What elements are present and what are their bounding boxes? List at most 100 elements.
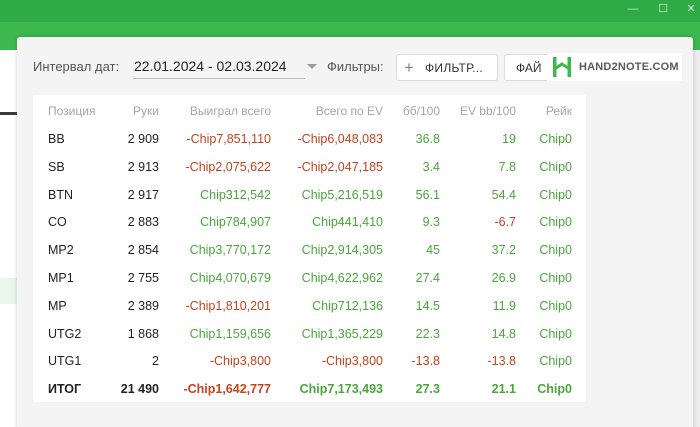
table-row[interactable]: UTG1 2 -Chip3,800 -Chip3,800 -13.8 -13.8 Chip0 xyxy=(33,347,586,374)
cell-rake: Chip0 xyxy=(539,243,572,258)
file-button[interactable]: ФАЙ xyxy=(504,54,552,81)
cell-ev-total: Chip4,622,962 xyxy=(301,271,383,285)
cell-ev-bb100: 7.8 xyxy=(498,159,516,174)
cell-position: BTN xyxy=(48,187,73,202)
header-won-total[interactable]: Выиграл всего xyxy=(190,104,271,118)
cell-ev-bb100: -13.8 xyxy=(487,354,517,369)
cell-hands: 2 389 xyxy=(127,298,159,313)
date-range-picker[interactable]: 22.01.2024 - 02.03.2024 xyxy=(133,57,317,79)
cell-hands: 21 490 xyxy=(120,382,159,397)
table-row[interactable]: MP 2 389 -Chip1,810,201 Chip712,136 14.5 11.9… xyxy=(33,292,586,319)
cell-ev-bb100: 21.1 xyxy=(491,382,516,397)
table-row[interactable]: MP1 2 755 Chip4,070,679 Chip4,622,962 27.4 26… xyxy=(33,264,586,291)
cell-rake: Chip0 xyxy=(537,382,572,397)
header-ev-bb100[interactable]: EV bb/100 xyxy=(460,104,516,118)
cell-bb100: 9.3 xyxy=(422,215,440,230)
add-filter-label: ФИЛЬТР... xyxy=(425,61,484,75)
cell-rake: Chip0 xyxy=(539,132,572,146)
stats-table: Позиция Руки Выиграл всего Всего по EV б… xyxy=(33,95,586,402)
cell-hands: 2 917 xyxy=(127,187,159,202)
cell-position: ИТОГ xyxy=(48,382,82,397)
date-range-value: 22.01.2024 - 02.03.2024 xyxy=(134,58,287,74)
hand2note-logo-icon xyxy=(553,57,571,77)
cell-hands: 2 xyxy=(152,354,159,369)
cell-ev-total: Chip7,173,493 xyxy=(299,382,383,397)
cell-hands: 2 909 xyxy=(127,132,159,146)
cell-ev-total: -Chip6,048,083 xyxy=(297,132,383,146)
cell-bb100: 22.3 xyxy=(415,326,440,341)
cell-bb100: -13.8 xyxy=(411,354,441,369)
file-button-label: ФАЙ xyxy=(516,61,542,75)
cell-won-total: -Chip3,800 xyxy=(209,354,271,369)
cell-ev-total: Chip712,136 xyxy=(312,298,383,313)
cell-hands: 1 868 xyxy=(127,326,159,341)
cell-ev-total: Chip441,410 xyxy=(312,215,383,230)
cell-bb100: 27.4 xyxy=(415,271,440,285)
header-position[interactable]: Позиция xyxy=(48,104,95,118)
hand2note-watermark: HAND2NOTE.COM xyxy=(547,53,682,81)
cell-position: MP2 xyxy=(48,243,74,258)
cell-hands: 2 854 xyxy=(127,243,159,258)
cell-bb100: 36.8 xyxy=(415,132,440,146)
cell-hands: 2 883 xyxy=(127,215,159,230)
cell-won-total: Chip4,070,679 xyxy=(189,271,271,285)
table-row[interactable]: BTN 2 917 Chip312,542 Chip5,216,519 56.1 54.4… xyxy=(33,181,586,208)
cell-position: MP1 xyxy=(48,271,74,285)
cell-ev-bb100: 26.9 xyxy=(491,271,516,285)
cell-bb100: 3.4 xyxy=(422,159,440,174)
cell-ev-bb100: 54.4 xyxy=(491,187,516,202)
cell-position: MP xyxy=(48,298,67,313)
cell-ev-bb100: 37.2 xyxy=(491,243,516,258)
cell-won-total: Chip312,542 xyxy=(200,187,271,202)
cell-won-total: Chip1,159,656 xyxy=(189,326,271,341)
cell-rake: Chip0 xyxy=(539,354,572,369)
cell-rake: Chip0 xyxy=(539,298,572,313)
position-stats-panel: Интервал дат: 22.01.2024 - 02.03.2024 Фи… xyxy=(17,37,693,427)
cell-ev-total: Chip5,216,519 xyxy=(301,187,383,202)
cell-ev-total: Chip1,365,229 xyxy=(301,326,383,341)
panel-toolbar: Интервал дат: 22.01.2024 - 02.03.2024 Фи… xyxy=(17,37,693,95)
header-ev-total[interactable]: Всего по EV xyxy=(316,104,383,118)
add-filter-button[interactable]: + ФИЛЬТР... xyxy=(396,54,498,81)
date-interval-label: Интервал дат: xyxy=(33,59,120,74)
cell-won-total: -Chip1,810,201 xyxy=(185,298,271,313)
minimize-icon[interactable]: — xyxy=(622,0,644,18)
cell-rake: Chip0 xyxy=(539,215,572,230)
table-row[interactable]: SB 2 913 -Chip2,075,622 -Chip2,047,185 3.4 7.… xyxy=(33,153,586,180)
table-row[interactable]: MP2 2 854 Chip3,770,172 Chip2,914,305 45 37.2… xyxy=(33,236,586,263)
cell-ev-total: Chip2,914,305 xyxy=(301,243,383,258)
maximize-icon[interactable]: ☐ xyxy=(652,0,674,18)
cell-hands: 2 755 xyxy=(127,271,159,285)
table-row[interactable]: BB 2 909 -Chip7,851,110 -Chip6,048,083 36.8 1… xyxy=(33,125,586,152)
window-titlebar: — ☐ ✕ xyxy=(0,0,700,22)
cell-bb100: 56.1 xyxy=(415,187,440,202)
cell-ev-total: -Chip2,047,185 xyxy=(297,159,383,174)
cell-bb100: 45 xyxy=(426,243,440,258)
table-row[interactable]: UTG2 1 868 Chip1,159,656 Chip1,365,229 22.3 1… xyxy=(33,320,586,347)
chevron-down-icon[interactable] xyxy=(307,64,317,69)
cell-ev-bb100: 14.8 xyxy=(491,326,516,341)
cell-position: BB xyxy=(48,132,65,146)
cell-bb100: 27.3 xyxy=(415,382,440,397)
cell-position: UTG2 xyxy=(48,326,82,341)
table-header: Позиция Руки Выиграл всего Всего по EV б… xyxy=(33,95,586,125)
table-row[interactable]: CO 2 883 Chip784,907 Chip441,410 9.3 -6.7 Chip… xyxy=(33,208,586,235)
cell-ev-total: -Chip3,800 xyxy=(321,354,383,369)
header-bb100[interactable]: бб/100 xyxy=(403,104,440,118)
plus-icon: + xyxy=(404,58,414,77)
cell-won-total: -Chip2,075,622 xyxy=(185,159,271,174)
brand-name: HAND2NOTE.COM xyxy=(579,61,679,73)
cell-ev-bb100: 11.9 xyxy=(492,298,516,313)
close-icon[interactable]: ✕ xyxy=(680,0,700,18)
table-total-row[interactable]: ИТОГ 21 490 -Chip1,642,777 Chip7,173,493 27.… xyxy=(33,375,586,402)
cell-rake: Chip0 xyxy=(539,271,572,285)
cell-hands: 2 913 xyxy=(127,159,159,174)
header-rake[interactable]: Рейк xyxy=(546,104,572,118)
cell-ev-bb100: 19 xyxy=(502,132,516,146)
cell-position: CO xyxy=(48,215,67,230)
cell-won-total: Chip784,907 xyxy=(200,215,271,230)
cell-won-total: Chip3,770,172 xyxy=(189,243,271,258)
cell-bb100: 14.5 xyxy=(415,298,440,313)
cell-rake: Chip0 xyxy=(539,159,572,174)
header-hands[interactable]: Руки xyxy=(133,104,159,118)
